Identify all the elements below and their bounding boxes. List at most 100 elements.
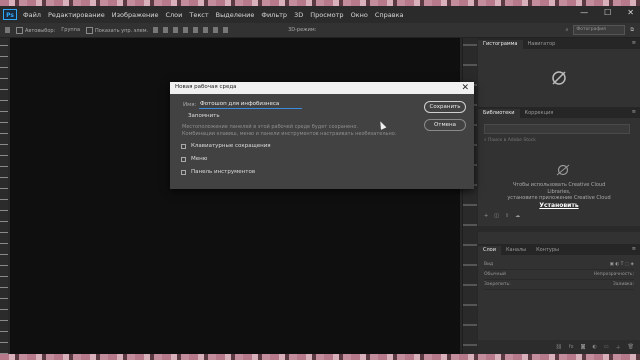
dialog-header: Новая рабочая среда ✕ (170, 82, 474, 94)
share-icon[interactable]: ⧉ (630, 27, 634, 33)
mode-3d-label: 3D-режим: (288, 27, 317, 33)
menu-3d[interactable]: 3D (294, 11, 303, 19)
options-bar: Автовыбор: Группа Показать упр. элем. 3D… (0, 23, 640, 38)
menu-file[interactable]: Файл (23, 11, 41, 19)
menu-edit[interactable]: Редактирование (48, 11, 105, 19)
tab-channels[interactable]: Каналы (501, 246, 531, 255)
menu-bar: Ps Файл Редактирование Изображение Слои … (0, 6, 640, 23)
layers-kind-filter[interactable]: Вид (484, 262, 493, 267)
description-line: Комбинации клавиш, меню и панели инструм… (182, 131, 397, 137)
libraries-menu-icon[interactable]: ≡ (632, 109, 636, 115)
menus-checkbox[interactable] (181, 156, 186, 162)
layers-menu-icon[interactable]: ≡ (632, 246, 636, 252)
show-controls-label: Показать упр. элем. (95, 27, 149, 34)
option-shortcuts[interactable]: Клавиатурные сокращения (181, 143, 271, 149)
menu-type[interactable]: Текст (189, 11, 208, 19)
workspace-select[interactable]: Фотография (573, 25, 626, 35)
fill-label: Заливка: (612, 282, 634, 287)
workspace-name-input[interactable] (199, 99, 302, 109)
distribute-horizontal-icon[interactable] (223, 27, 229, 33)
histogram-tabs: Гистограмма Навигатор ≡ (478, 38, 640, 49)
opacity-label: Непрозрачность: (593, 272, 634, 277)
window-controls: — ☐ ✕ (580, 8, 634, 17)
tab-layers[interactable]: Слои (478, 246, 501, 255)
option-menus[interactable]: Меню (181, 156, 207, 162)
tab-adjustments[interactable]: Коррекция (520, 109, 559, 118)
align-center-icon[interactable] (163, 27, 169, 33)
align-middle-icon[interactable] (193, 27, 199, 33)
align-left-icon[interactable] (153, 27, 159, 33)
upload-icon[interactable]: ⇪ (505, 213, 509, 219)
libraries-message: Чтобы использовать Creative Cloud Librar… (478, 182, 640, 202)
search-icon[interactable]: ⌕ (566, 27, 569, 33)
link-icon[interactable]: ⛓ (556, 344, 562, 350)
autoselect-target-select[interactable]: Группа (61, 27, 80, 33)
layers-footer: ⛓ fx ◙ ◐ ▭ ＋ 🗑 (478, 340, 640, 354)
dialog-title: Новая рабочая среда (175, 84, 237, 90)
filter-icons[interactable]: ▣ ◐ T ⬚ ◈ (610, 262, 634, 267)
library-select[interactable] (484, 124, 630, 134)
layers-controls: Вид ▣ ◐ T ⬚ ◈ Обычный Непрозрачность: За… (478, 255, 640, 290)
library-search-placeholder: Поиск в Adobe Stock (487, 138, 536, 143)
shortcuts-checkbox[interactable] (181, 143, 186, 149)
option-label: Панель инструментов (191, 169, 256, 175)
menu-view[interactable]: Просмотр (310, 11, 343, 19)
right-panels: Гистограмма Навигатор ≡ Библиотеки Корре… (478, 38, 640, 354)
library-search[interactable]: ⌕ Поиск в Adobe Stock (484, 137, 630, 145)
menu-image[interactable]: Изображение (112, 11, 159, 19)
photoshop-logo: Ps (3, 9, 17, 20)
autoselect-option[interactable]: Автовыбор: (16, 26, 55, 34)
move-tool-icon[interactable] (5, 27, 10, 33)
close-icon[interactable]: ✕ (461, 82, 469, 94)
remember-label: Запомнить (188, 113, 220, 119)
no-histogram-icon (552, 71, 566, 85)
menu-select[interactable]: Выделение (216, 11, 255, 19)
align-top-icon[interactable] (183, 27, 189, 33)
trash-icon[interactable]: 🗑 (628, 344, 634, 350)
tools-panel[interactable] (0, 38, 8, 354)
add-content-icon[interactable]: + (484, 213, 488, 219)
menu-filter[interactable]: Фильтр (261, 11, 287, 19)
panel-resize-bar[interactable] (478, 226, 640, 232)
maximize-button[interactable]: ☐ (604, 8, 611, 17)
creative-cloud-icon (556, 164, 570, 176)
mask-icon[interactable]: ◙ (581, 344, 586, 350)
align-bottom-icon[interactable] (203, 27, 209, 33)
tab-histogram[interactable]: Гистограмма (478, 40, 523, 49)
option-label: Меню (191, 156, 208, 162)
new-layer-icon[interactable]: ＋ (616, 344, 621, 351)
show-controls-option[interactable]: Показать упр. элем. (86, 26, 149, 34)
distribute-icon[interactable] (213, 27, 219, 33)
libraries-toolbar: + ◫ ⇪ ☁ (484, 213, 634, 219)
menu-window[interactable]: Окно (351, 11, 368, 19)
folder-icon[interactable]: ▭ (604, 344, 609, 350)
lock-label: Закрепить: (484, 282, 511, 287)
option-toolbar[interactable]: Панель инструментов (181, 169, 255, 175)
panel-menu-icon[interactable]: ≡ (632, 40, 636, 46)
menu-help[interactable]: Справка (375, 11, 404, 19)
cancel-button[interactable]: Отмена (424, 119, 466, 131)
libraries-body: ⌕ Поиск в Adobe Stock Чтобы использовать… (478, 124, 640, 244)
tab-paths[interactable]: Контуры (531, 246, 564, 255)
new-workspace-dialog: Новая рабочая среда ✕ Имя: Запомнить Мес… (170, 82, 474, 189)
toolbar-checkbox[interactable] (181, 169, 186, 175)
menu-layers[interactable]: Слои (165, 11, 182, 19)
stock-icon[interactable]: ◫ (494, 213, 499, 219)
libraries-message-line: установите приложение Creative Cloud (507, 195, 611, 201)
align-right-icon[interactable] (173, 27, 179, 33)
fx-icon[interactable]: fx (569, 344, 574, 350)
show-controls-checkbox[interactable] (86, 26, 94, 34)
tab-libraries[interactable]: Библиотеки (478, 109, 520, 118)
cloud-icon[interactable]: ☁ (515, 213, 520, 219)
layers-tabs: Слои Каналы Контуры ≡ (478, 244, 640, 255)
tab-navigator[interactable]: Навигатор (523, 40, 561, 49)
minimize-button[interactable]: — (580, 8, 588, 17)
adjustment-icon[interactable]: ◐ (593, 344, 597, 350)
autoselect-checkbox[interactable] (16, 26, 23, 34)
blend-mode-select[interactable]: Обычный (484, 272, 506, 277)
background-strip-bottom (0, 354, 640, 360)
layers-filter-row: Вид ▣ ◐ T ⬚ ◈ (484, 260, 634, 270)
save-button[interactable]: Сохранить (424, 101, 466, 113)
close-window-button[interactable]: ✕ (627, 8, 634, 17)
install-link[interactable]: Установить (478, 202, 640, 209)
